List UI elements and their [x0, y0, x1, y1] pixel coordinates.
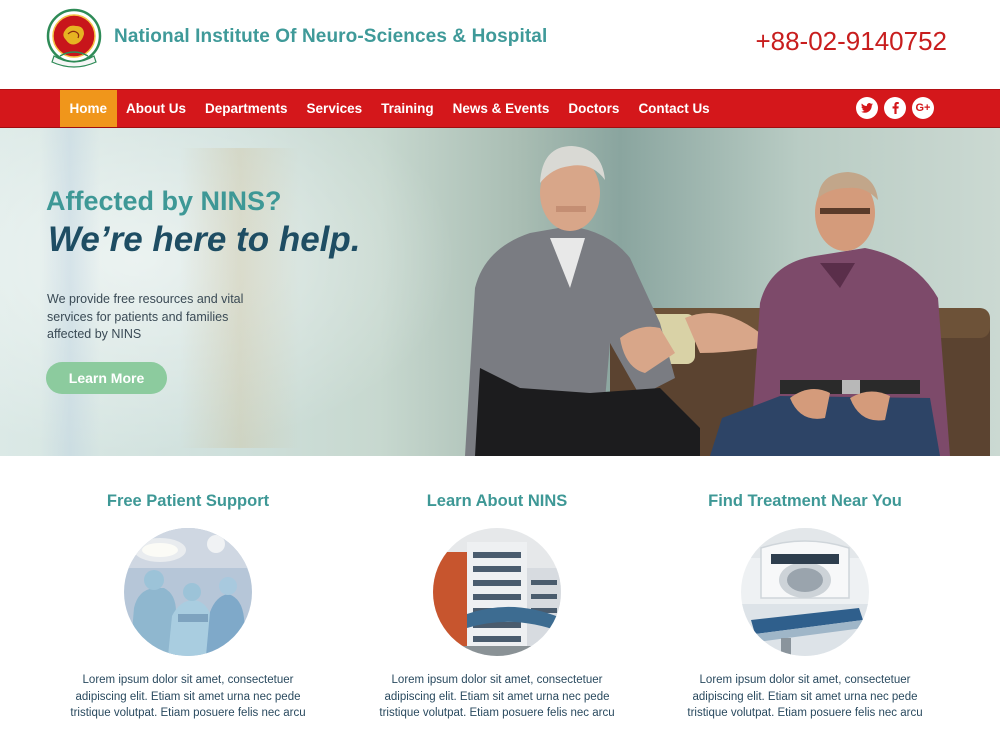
- nav-item-services[interactable]: Services: [297, 90, 372, 127]
- features-section: Free Patient Support Lorem ipsum dolor s…: [0, 456, 1000, 731]
- nav-item-training[interactable]: Training: [372, 90, 444, 127]
- facebook-icon[interactable]: [884, 97, 906, 119]
- nins-logo[interactable]: [46, 8, 102, 70]
- feature-title[interactable]: Learn About NINS: [347, 492, 647, 511]
- hero-kicker: Affected by NINS?: [46, 186, 282, 216]
- site-header: National Institute Of Neuro-Sciences & H…: [0, 0, 1000, 89]
- main-nav: Home About Us Departments Services Train…: [0, 89, 1000, 128]
- hero-banner: Affected by NINS? We’re here to help. We…: [0, 128, 1000, 456]
- site-title[interactable]: National Institute Of Neuro-Sciences & H…: [114, 26, 547, 48]
- hero-description: We provide free resources and vital serv…: [47, 292, 244, 341]
- feature-title[interactable]: Find Treatment Near You: [655, 492, 955, 511]
- hospital-building-photo[interactable]: [433, 528, 561, 656]
- feature-text: Lorem ipsum dolor sit amet, consectetuer…: [379, 674, 615, 719]
- learn-more-button[interactable]: Learn More: [46, 362, 167, 394]
- nav-item-about-us[interactable]: About Us: [117, 90, 196, 127]
- nav-item-news-events[interactable]: News & Events: [443, 90, 559, 127]
- nav-item-departments[interactable]: Departments: [196, 90, 298, 127]
- feature-text: Lorem ipsum dolor sit amet, consectetuer…: [70, 674, 306, 719]
- nav-item-doctors[interactable]: Doctors: [559, 90, 629, 127]
- doctor-patient-conversation-photo: [465, 146, 990, 456]
- phone-number[interactable]: +88-02-9140752: [755, 26, 947, 57]
- hero-title: We’re here to help.: [48, 220, 361, 259]
- surgery-team-photo[interactable]: [124, 528, 252, 656]
- google-plus-icon[interactable]: G+: [912, 97, 934, 119]
- feature-text: Lorem ipsum dolor sit amet, consectetuer…: [687, 674, 923, 719]
- nav-item-home[interactable]: Home: [60, 90, 117, 127]
- nav-menu: Home About Us Departments Services Train…: [60, 90, 719, 127]
- social-links: G+: [856, 97, 934, 119]
- feature-title[interactable]: Free Patient Support: [38, 492, 338, 511]
- nav-item-contact-us[interactable]: Contact Us: [629, 90, 719, 127]
- mri-scanner-photo[interactable]: [741, 528, 869, 656]
- twitter-icon[interactable]: [856, 97, 878, 119]
